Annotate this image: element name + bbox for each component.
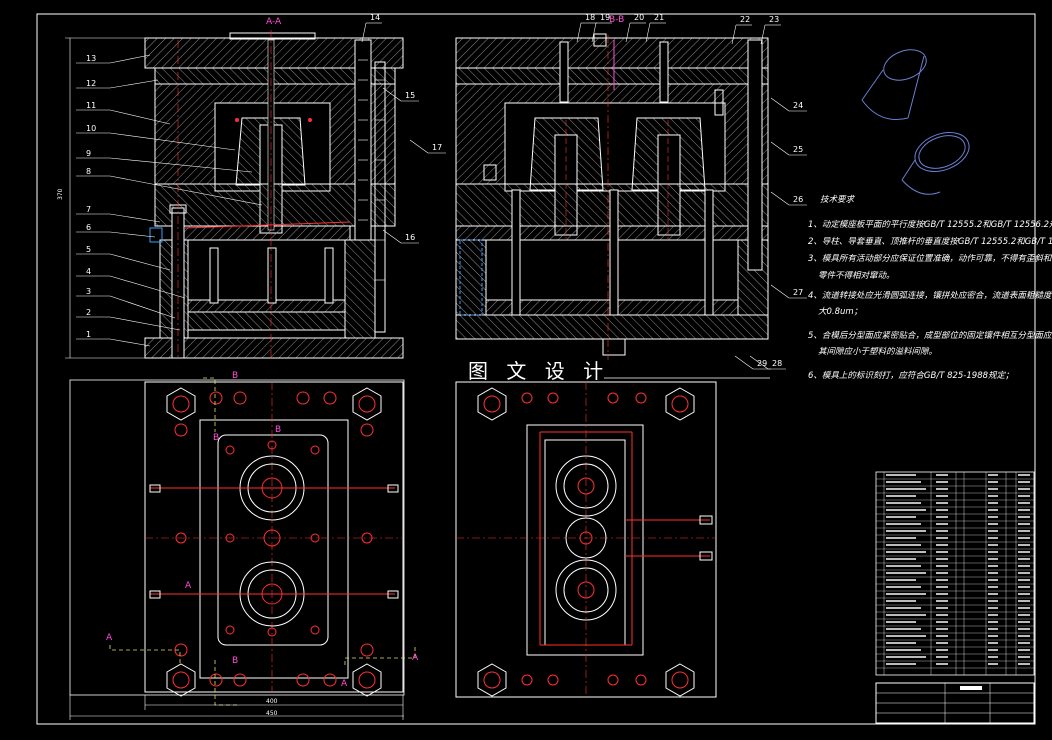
section-bb-view <box>455 33 769 360</box>
tech-note-line: 4、流道转接处应光滑圆弧连接，镶拼处应密合，流道表面粗糙度不超过Ra值大于不 <box>808 290 1052 301</box>
callout-label: 9 <box>86 149 91 158</box>
callout-label: 17 <box>432 143 442 152</box>
callout-label: 1 <box>86 330 91 339</box>
part-isometric-view <box>861 49 970 195</box>
section-marker-a1: A <box>106 633 113 643</box>
callout-label: 29 <box>757 359 767 368</box>
section-marker-a2: A <box>412 653 419 663</box>
callout-label: 5 <box>86 245 91 254</box>
callout-label: 2 <box>86 308 91 317</box>
callout-label: 6 <box>86 223 91 232</box>
left-dimension <box>65 37 145 359</box>
tech-note-line: 1、动定模座板平面的平行度按GB/T 12555.2和GB/T 12556.2规… <box>808 219 1052 230</box>
callout-label: 15 <box>405 91 415 100</box>
bill-of-materials-table <box>875 471 1035 676</box>
tech-note-line: 大0.8um； <box>818 306 862 317</box>
height-dimension-text: 370 <box>57 188 64 200</box>
tech-note-line: 6、模具上的标识刻打，应符合GB/T 825-1988规定； <box>808 370 1014 381</box>
section-marker-b2: B <box>213 433 219 443</box>
callout-label: 14 <box>370 13 380 22</box>
inner-width-dimension-text: 400 <box>266 698 278 705</box>
callout-label: 20 <box>634 13 644 22</box>
callout-label: 25 <box>793 145 803 154</box>
plan-view-moving-half <box>69 379 405 697</box>
section-bb-title: B-B <box>609 15 624 25</box>
section-marker-b4: B <box>232 656 238 666</box>
callout-label: 21 <box>654 13 664 22</box>
callout-label: 23 <box>769 15 779 24</box>
cad-drawing-canvas: 370 图 文 设 计 A-A B-B B B B B A A A A 400 … <box>36 13 1052 725</box>
callout-label: 12 <box>86 79 96 88</box>
callout-label: 4 <box>86 267 91 276</box>
callout-label: 13 <box>86 54 96 63</box>
callout-label: 19 <box>600 13 610 22</box>
tech-note-line: 5、合模后分型面应紧密贴合，成型部位的固定镶件相互分型面应贴合，如有局部间隙， <box>808 330 1052 341</box>
section-marker-b1: B <box>232 371 238 381</box>
overall-width-dimension-text: 450 <box>266 710 278 717</box>
plan-view-fixed-half <box>455 381 717 698</box>
section-aa-title: A-A <box>266 17 282 27</box>
section-aa-view <box>144 30 404 360</box>
tech-requirements-title: 技术要求 <box>820 194 856 205</box>
title-block <box>875 682 1035 724</box>
callout-label: 16 <box>405 233 415 242</box>
tech-note-line: 2、导柱、导套垂直、顶推杆的垂直度按GB/T 12555.2和GB/T 1255… <box>808 236 1052 247</box>
callout-label: 24 <box>793 101 803 110</box>
callout-label: 8 <box>86 167 91 176</box>
callout-label: 26 <box>793 195 803 204</box>
tech-note-line: 其间隙应小于塑料的溢料间隙。 <box>818 346 937 357</box>
callout-label: 10 <box>86 124 96 133</box>
callout-label: 7 <box>86 205 91 214</box>
section-marker-a3: A <box>185 581 192 591</box>
tech-note-line: 3、模具所有活动部分应保证位置准确，动作可靠，不得有歪斜和卡滞现象。要求固定的 <box>808 253 1052 264</box>
section-marker-b3: B <box>275 425 281 435</box>
callout-label: 11 <box>86 101 96 110</box>
tech-note-line: 零件不得相对窜动。 <box>818 270 895 281</box>
callout-label: 18 <box>585 13 595 22</box>
callout-label: 3 <box>86 287 91 296</box>
section-marker-a4: A <box>341 679 348 689</box>
tech-requirements-notes: 1、动定模座板平面的平行度按GB/T 12555.2和GB/T 12556.2规… <box>808 219 1052 381</box>
callout-label: 22 <box>740 15 750 24</box>
bottom-dimension <box>69 695 404 720</box>
callout-label: 27 <box>793 288 803 297</box>
watermark-text: 图 文 设 计 <box>468 359 609 383</box>
callout-label: 28 <box>772 359 782 368</box>
